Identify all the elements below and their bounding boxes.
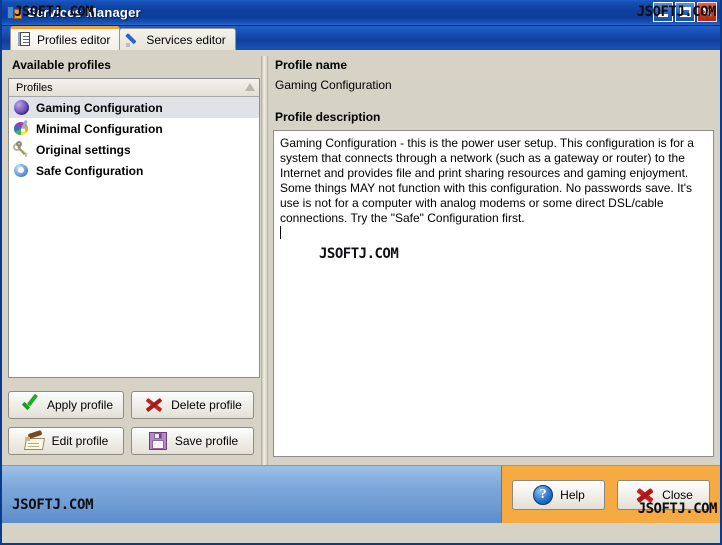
footer-left-area: JSOFTJ.COM bbox=[2, 466, 502, 523]
services-manager-window: Services Manager JSOFTJ.COM ✕ JSOFTJ.COM… bbox=[0, 0, 722, 545]
pane-splitter[interactable] bbox=[261, 56, 268, 465]
red-x-icon bbox=[143, 394, 165, 416]
main-content: Available profiles Profiles Gaming Confi… bbox=[2, 50, 720, 465]
close-button[interactable]: Close bbox=[617, 479, 710, 510]
maximize-button[interactable] bbox=[675, 2, 695, 22]
profile-description-text: Gaming Configuration - this is the power… bbox=[280, 136, 698, 225]
app-icon bbox=[7, 5, 23, 21]
save-profile-label: Save profile bbox=[174, 434, 239, 448]
help-button[interactable]: ? Help bbox=[512, 479, 605, 510]
profile-description-label: Profile description bbox=[275, 110, 381, 124]
tab-services-editor[interactable]: Services editor bbox=[119, 28, 236, 50]
close-window-button[interactable]: ✕ bbox=[697, 2, 717, 22]
tab-profiles-editor[interactable]: Profiles editor bbox=[10, 26, 121, 50]
notebook-icon bbox=[17, 32, 32, 47]
profile-name-label: Profile name bbox=[275, 58, 348, 72]
apply-profile-label: Apply profile bbox=[46, 398, 114, 412]
pencil-paper-icon bbox=[23, 429, 46, 452]
window-controls: ✕ bbox=[653, 2, 717, 22]
tab-strip: Profiles editor Services editor bbox=[2, 26, 720, 50]
available-profiles-heading: Available profiles bbox=[12, 58, 111, 72]
help-button-label: Help bbox=[560, 487, 585, 502]
footer-watermark-left: JSOFTJ.COM bbox=[12, 497, 94, 513]
list-item-label: Original settings bbox=[36, 142, 131, 157]
left-panel: Available profiles Profiles Gaming Confi… bbox=[8, 56, 260, 465]
help-question-icon: ? bbox=[532, 484, 554, 506]
pen-icon bbox=[125, 32, 141, 47]
minimize-button[interactable] bbox=[653, 2, 673, 22]
list-item-label: Safe Configuration bbox=[36, 163, 144, 178]
profile-name-value: Gaming Configuration bbox=[275, 78, 392, 92]
footer-bar: JSOFTJ.COM ? Help Close JSOFTJ.COM bbox=[2, 465, 720, 523]
profile-actions: Apply profile Delete profile Edit profil… bbox=[8, 391, 260, 455]
globe-icon bbox=[13, 99, 30, 116]
profile-description-textarea[interactable]: Gaming Configuration - this is the power… bbox=[273, 130, 714, 457]
text-caret bbox=[280, 226, 706, 240]
edit-profile-label: Edit profile bbox=[51, 434, 109, 448]
list-item-gaming-configuration[interactable]: Gaming Configuration bbox=[9, 97, 259, 118]
close-icon: ✕ bbox=[701, 4, 713, 20]
window-title: Services Manager bbox=[27, 5, 141, 20]
red-x-icon bbox=[634, 484, 656, 506]
save-profile-button[interactable]: Save profile bbox=[131, 427, 254, 455]
list-item-safe-configuration[interactable]: Safe Configuration bbox=[9, 160, 259, 181]
profiles-column-header-label: Profiles bbox=[16, 81, 53, 94]
tab-services-editor-label: Services editor bbox=[146, 32, 226, 47]
list-item-minimal-configuration[interactable]: Minimal Configuration bbox=[9, 118, 259, 139]
title-bar: Services Manager JSOFTJ.COM ✕ JSOFTJ.COM bbox=[2, 0, 720, 26]
delete-profile-label: Delete profile bbox=[171, 398, 242, 412]
close-button-label: Close bbox=[662, 487, 693, 502]
palette-icon bbox=[13, 119, 30, 137]
right-panel: Profile name Gaming Configuration Profil… bbox=[269, 56, 714, 465]
list-item-label: Minimal Configuration bbox=[36, 121, 163, 136]
apply-profile-button[interactable]: Apply profile bbox=[8, 391, 124, 419]
list-item-original-settings[interactable]: Original settings bbox=[9, 139, 259, 160]
floppy-disk-icon bbox=[147, 430, 169, 452]
profiles-listbox[interactable]: Profiles Gaming Configuration Minimal Co… bbox=[8, 78, 260, 378]
description-watermark: JSOFTJ.COM bbox=[319, 246, 399, 262]
profiles-list: Gaming Configuration Minimal Configurati… bbox=[9, 97, 259, 377]
sort-indicator-icon[interactable] bbox=[245, 83, 255, 91]
footer-action-area: ? Help Close JSOFTJ.COM bbox=[502, 466, 720, 523]
keys-icon bbox=[13, 141, 30, 158]
edit-profile-button[interactable]: Edit profile bbox=[8, 427, 124, 455]
profiles-column-header[interactable]: Profiles bbox=[9, 79, 259, 97]
delete-profile-button[interactable]: Delete profile bbox=[131, 391, 254, 419]
ring-icon bbox=[13, 162, 30, 179]
list-item-label: Gaming Configuration bbox=[36, 100, 163, 115]
green-check-icon bbox=[19, 393, 41, 416]
tab-profiles-editor-label: Profiles editor bbox=[37, 32, 111, 47]
